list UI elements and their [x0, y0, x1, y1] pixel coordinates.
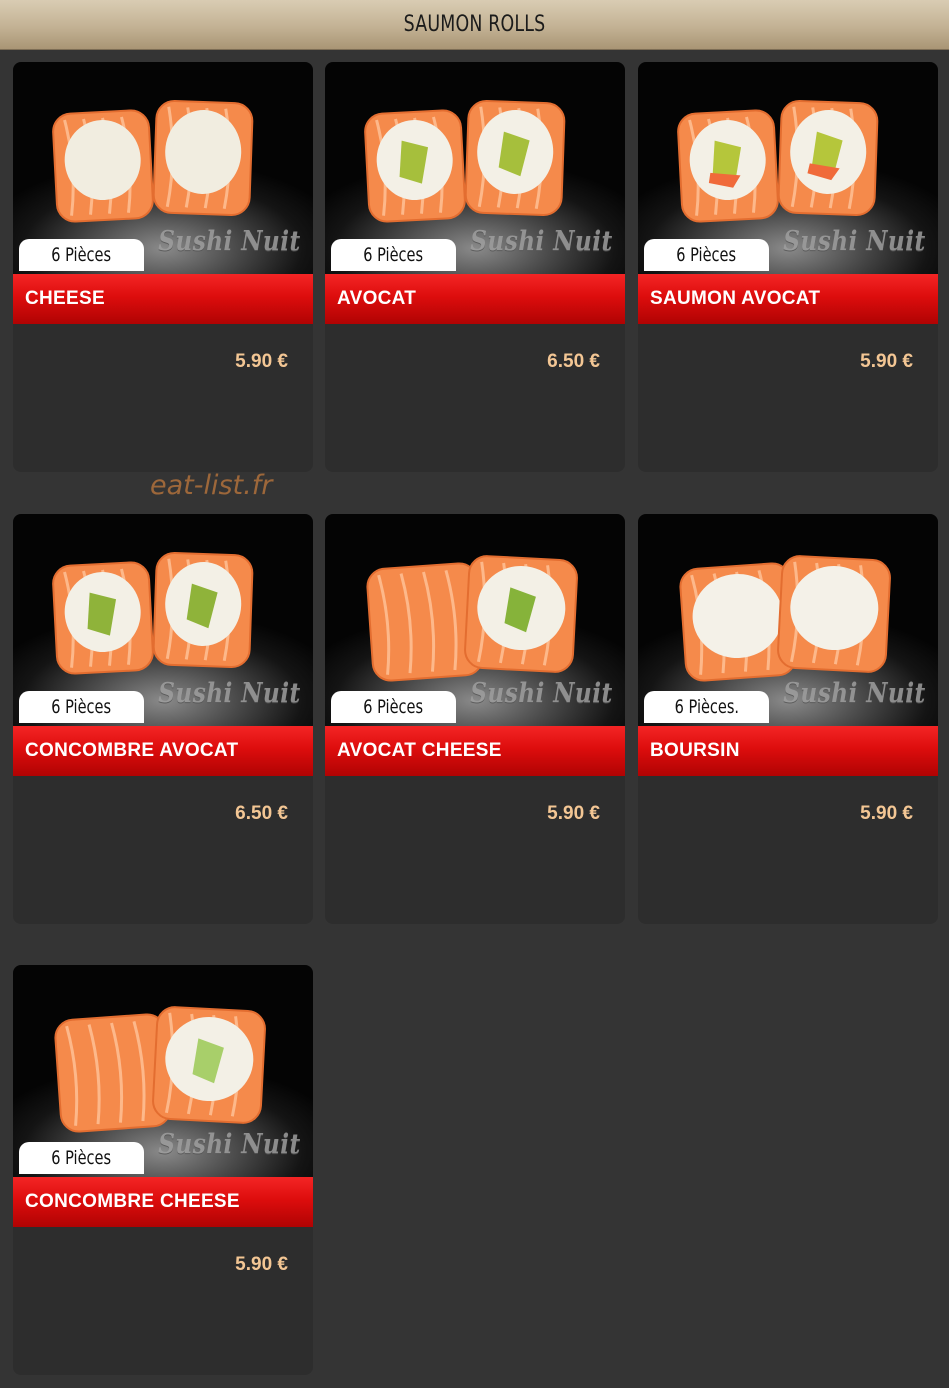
- product-name-bar: AVOCAT CHEESE: [325, 726, 625, 776]
- brand-watermark: Sushi Nuit: [783, 678, 926, 709]
- product-name: CONCOMBRE CHEESE: [25, 1191, 240, 1212]
- product-card[interactable]: 6 Pièces Sushi Nuit CONCOMBRE CHEESE 5.9…: [13, 965, 313, 1375]
- pieces-tag: 6 Pièces: [19, 239, 144, 271]
- product-name-bar: CHEESE: [13, 274, 313, 324]
- pieces-tag: 6 Pièces: [644, 239, 769, 271]
- product-price: 6.50 €: [547, 351, 600, 372]
- pieces-label: 6 Pièces.: [674, 696, 739, 718]
- page-title: SAUMON ROLLS: [403, 12, 546, 37]
- product-name: CHEESE: [25, 288, 105, 309]
- pieces-tag: 6 Pièces: [19, 1142, 144, 1174]
- product-name: AVOCAT CHEESE: [337, 740, 502, 761]
- product-name: AVOCAT: [337, 288, 417, 309]
- product-price: 5.90 €: [860, 803, 913, 824]
- product-name-bar: SAUMON AVOCAT: [638, 274, 938, 324]
- product-card[interactable]: 6 Pièces. Sushi Nuit BOURSIN 5.90 €: [638, 514, 938, 924]
- product-card[interactable]: 6 Pièces Sushi Nuit AVOCAT CHEESE 5.90 €: [325, 514, 625, 924]
- product-name-bar: AVOCAT: [325, 274, 625, 324]
- pieces-label: 6 Pièces: [363, 696, 424, 718]
- pieces-tag: 6 Pièces: [19, 691, 144, 723]
- product-price: 5.90 €: [860, 351, 913, 372]
- product-name-bar: CONCOMBRE AVOCAT: [13, 726, 313, 776]
- pieces-tag: 6 Pièces: [331, 691, 456, 723]
- product-card[interactable]: 6 Pièces Sushi Nuit AVOCAT 6.50 €: [325, 62, 625, 472]
- site-watermark: eat-list.fr: [150, 470, 273, 501]
- product-name: CONCOMBRE AVOCAT: [25, 740, 239, 761]
- product-name-bar: BOURSIN: [638, 726, 938, 776]
- page-header: SAUMON ROLLS: [0, 0, 949, 50]
- brand-watermark: Sushi Nuit: [783, 226, 926, 257]
- product-price: 5.90 €: [547, 803, 600, 824]
- pieces-label: 6 Pièces: [676, 244, 737, 266]
- brand-watermark: Sushi Nuit: [158, 678, 301, 709]
- brand-watermark: Sushi Nuit: [158, 226, 301, 257]
- pieces-label: 6 Pièces: [51, 696, 112, 718]
- product-card[interactable]: 6 Pièces Sushi Nuit SAUMON AVOCAT 5.90 €: [638, 62, 938, 472]
- product-name: SAUMON AVOCAT: [650, 288, 821, 309]
- pieces-tag: 6 Pièces.: [644, 691, 769, 723]
- brand-watermark: Sushi Nuit: [470, 678, 613, 709]
- pieces-label: 6 Pièces: [51, 1147, 112, 1169]
- product-price: 6.50 €: [235, 803, 288, 824]
- product-name-bar: CONCOMBRE CHEESE: [13, 1177, 313, 1227]
- product-price: 5.90 €: [235, 1254, 288, 1275]
- product-card[interactable]: 6 Pièces Sushi Nuit CHEESE 5.90 €: [13, 62, 313, 472]
- brand-watermark: Sushi Nuit: [158, 1129, 301, 1160]
- product-name: BOURSIN: [650, 740, 740, 761]
- product-price: 5.90 €: [235, 351, 288, 372]
- product-card[interactable]: 6 Pièces Sushi Nuit CONCOMBRE AVOCAT 6.5…: [13, 514, 313, 924]
- pieces-label: 6 Pièces: [51, 244, 112, 266]
- pieces-label: 6 Pièces: [363, 244, 424, 266]
- brand-watermark: Sushi Nuit: [470, 226, 613, 257]
- pieces-tag: 6 Pièces: [331, 239, 456, 271]
